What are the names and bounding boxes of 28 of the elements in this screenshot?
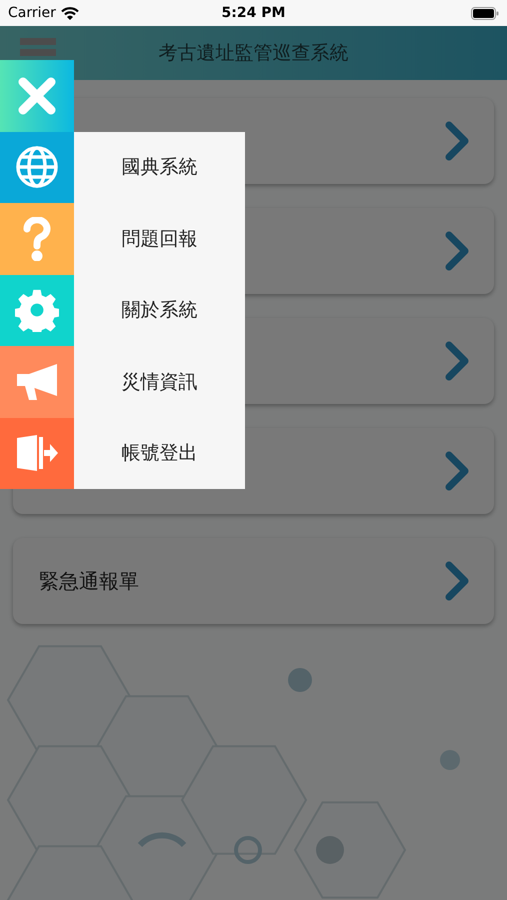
- clock-time: 5:24 PM: [222, 5, 286, 21]
- menu-tile[interactable]: [0, 418, 74, 489]
- battery-icon: [470, 6, 499, 20]
- chevron-icon: [444, 340, 470, 382]
- menu-tile[interactable]: [0, 203, 74, 274]
- menu-card[interactable]: 緊急通報單: [13, 538, 494, 624]
- menu-item[interactable]: 關於系統: [74, 274, 245, 346]
- menu-item[interactable]: 問題回報: [74, 203, 245, 274]
- chevron-icon: [444, 230, 470, 272]
- exit-icon: [16, 435, 58, 472]
- chevron-icon: [444, 560, 470, 602]
- chevron-icon: [444, 120, 470, 162]
- menu-tile[interactable]: [0, 274, 74, 346]
- globe-icon: [15, 145, 59, 190]
- carrier-name: Carrier: [8, 5, 56, 21]
- close-icon: [18, 76, 56, 115]
- card-label: 緊急通報單: [39, 568, 139, 594]
- wifi-icon: [60, 6, 79, 20]
- menu-item[interactable]: 帳號登出: [74, 418, 245, 489]
- menu-tile[interactable]: [0, 346, 74, 418]
- chevron-icon: [444, 450, 470, 492]
- app-title: 考古遺址監管巡查系統: [158, 41, 348, 66]
- question-icon: [22, 216, 52, 261]
- menu-item[interactable]: 國典系統: [74, 132, 245, 203]
- menu-item[interactable]: 災情資訊: [74, 346, 245, 418]
- close-button[interactable]: [0, 60, 74, 132]
- menu-tile[interactable]: [0, 132, 74, 203]
- gear-icon: [15, 288, 59, 332]
